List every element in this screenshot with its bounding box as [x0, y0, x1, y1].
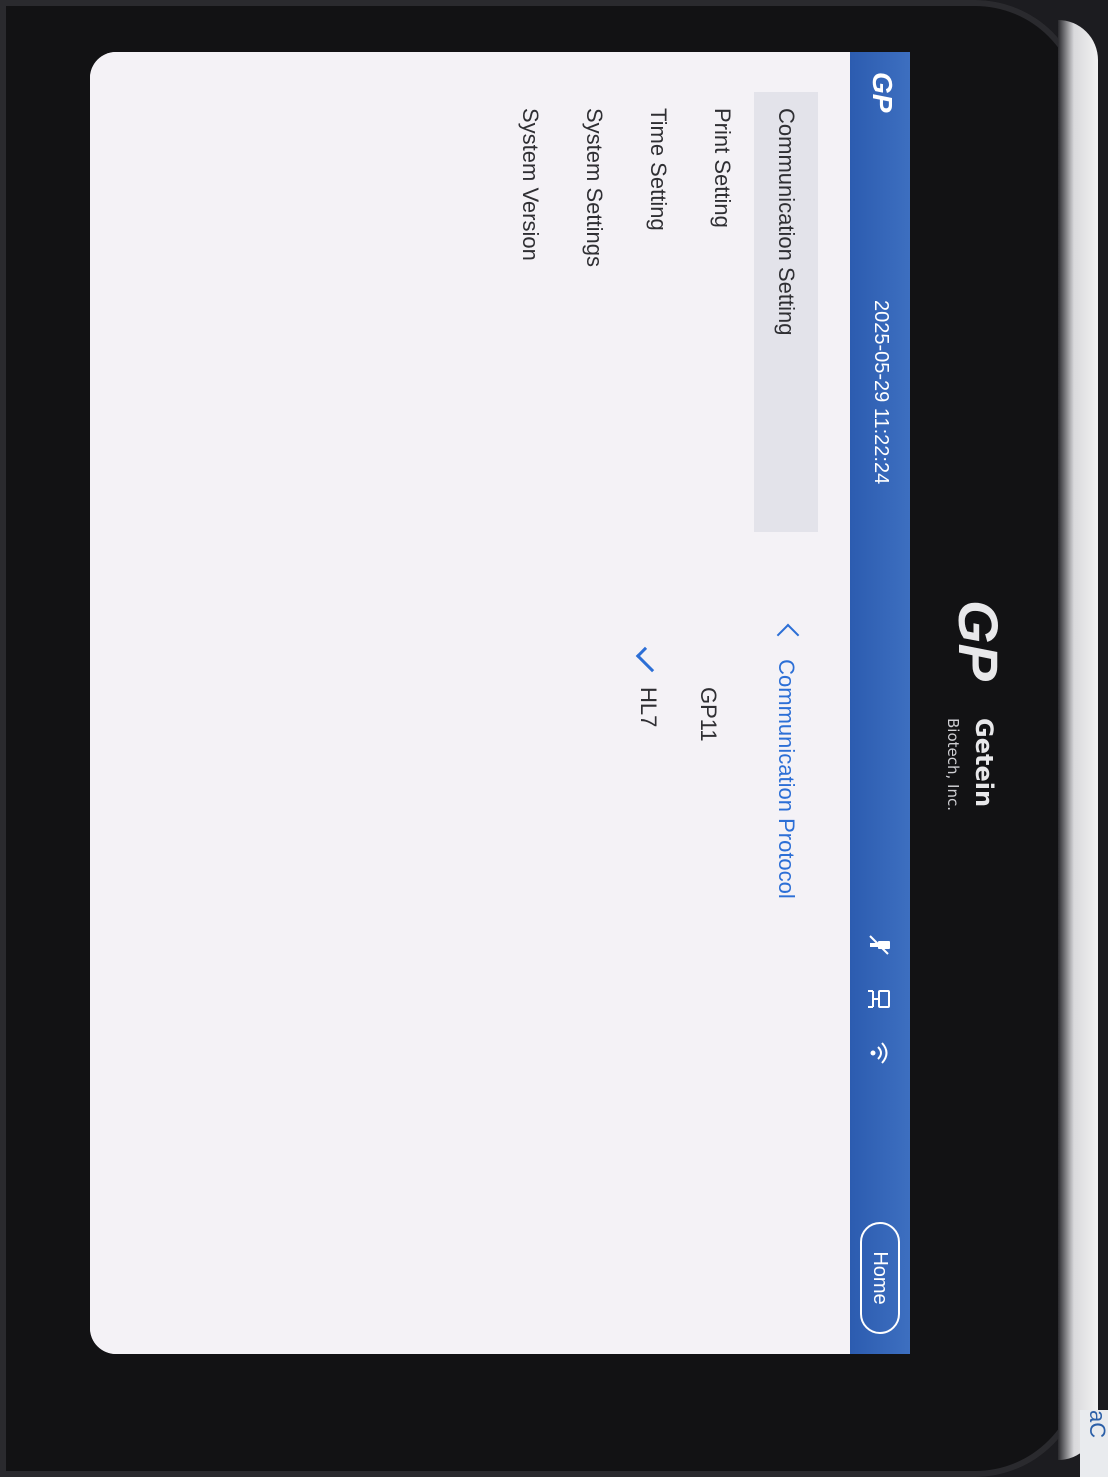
settings-menu: Communication Setting Print Setting Time…	[258, 92, 818, 552]
background-label: aC	[1080, 1410, 1108, 1477]
top-bar: GP 2025-05-29 11:22:24 Home	[850, 52, 910, 1354]
device-brand: GP Getein Biotech, Inc.	[944, 600, 1010, 830]
usb-icon	[866, 932, 892, 958]
panel-title: Communication Protocol	[774, 659, 799, 899]
option-label: GP11	[696, 687, 721, 742]
menu-item-time-setting[interactable]: Time Setting	[626, 92, 690, 532]
menu-item-communication-setting[interactable]: Communication Setting	[754, 92, 818, 532]
menu-item-print-setting[interactable]: Print Setting	[690, 92, 754, 532]
settings-screen: GP 2025-05-29 11:22:24 Home Communicatio…	[90, 52, 910, 1354]
network-icon	[866, 986, 892, 1012]
option-label: HL7	[636, 687, 661, 728]
brand-logo: GP	[947, 600, 1010, 681]
datetime-display: 2025-05-29 11:22:24	[870, 300, 892, 485]
option-hl7[interactable]: HL7	[618, 646, 678, 947]
device-edge	[1058, 20, 1098, 1460]
header-logo: GP	[867, 72, 898, 113]
home-button[interactable]: Home	[860, 1222, 900, 1334]
brand-subtitle: Biotech, Inc.	[944, 718, 962, 811]
chevron-left-icon	[776, 623, 800, 647]
device-screen: GP 2025-05-29 11:22:24 Home Communicatio…	[90, 52, 910, 1354]
protocol-panel: Communication Protocol GP11 HL7	[258, 623, 818, 1287]
option-gp11[interactable]: GP11	[678, 647, 738, 947]
wifi-icon	[866, 1040, 892, 1066]
menu-item-system-version[interactable]: System Version	[498, 92, 562, 532]
back-button[interactable]: Communication Protocol	[754, 623, 818, 899]
checkmark-icon	[635, 646, 662, 673]
brand-name: Getein	[970, 718, 998, 808]
menu-item-system-settings[interactable]: System Settings	[562, 92, 626, 532]
